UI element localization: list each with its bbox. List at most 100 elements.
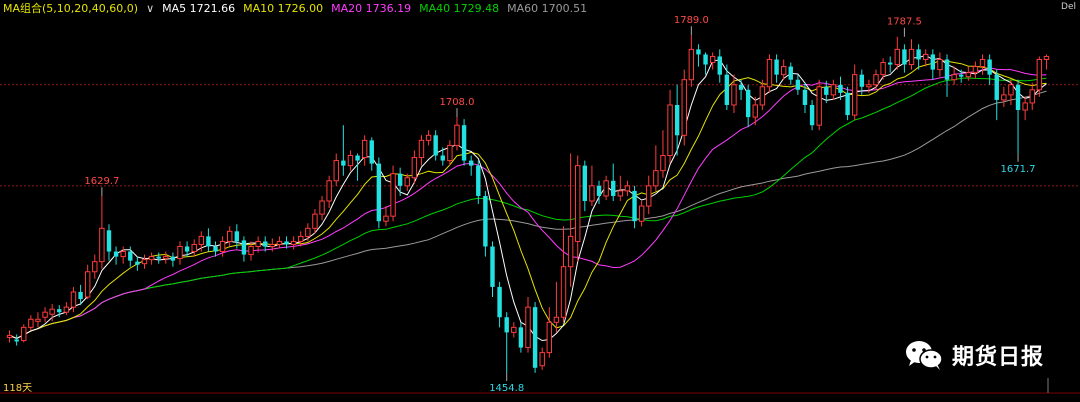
candle-body xyxy=(461,125,467,161)
candle-body xyxy=(128,251,133,261)
candle-body xyxy=(141,259,148,265)
candle-body xyxy=(184,246,190,252)
candle-body xyxy=(170,256,176,261)
annotation-label: 1789.0 xyxy=(674,15,709,26)
candle-body xyxy=(84,271,91,298)
ma10-label: MA10 1726.00 xyxy=(243,1,324,15)
candle-body xyxy=(425,134,432,141)
indicator-legend: MA组合(5,10,20,40,60,0) ∨ MA5 1721.66 MA10… xyxy=(3,0,587,16)
candle-body xyxy=(802,89,808,105)
candle-body xyxy=(35,318,41,322)
candle-body xyxy=(156,256,161,259)
candle-body xyxy=(916,49,921,60)
candle-body xyxy=(596,185,602,196)
candle-body xyxy=(135,261,140,265)
candle-body xyxy=(759,86,766,106)
candle-body xyxy=(717,56,722,75)
candle-body xyxy=(766,58,773,88)
candle-body xyxy=(219,240,226,253)
candle-body xyxy=(276,240,283,245)
candle-body xyxy=(70,291,77,308)
candle-body xyxy=(902,49,907,65)
candle-body xyxy=(106,230,112,252)
candle-body xyxy=(824,86,829,95)
candle-body xyxy=(312,213,318,229)
candle-body xyxy=(745,89,751,118)
candle-body xyxy=(575,165,581,242)
candle-body xyxy=(774,59,779,75)
candle-body xyxy=(206,236,211,247)
candle-body xyxy=(674,104,680,136)
candle-body xyxy=(383,215,389,222)
candle-body xyxy=(78,291,83,300)
candle-body xyxy=(397,173,403,186)
candle-body xyxy=(198,235,205,245)
candle-body xyxy=(752,104,758,118)
candle-body xyxy=(284,241,289,245)
ma10-line xyxy=(9,60,1047,340)
annotation-label: 1787.5 xyxy=(887,17,922,28)
candle-body xyxy=(731,84,737,106)
candle-body xyxy=(532,307,538,368)
candle-body xyxy=(589,185,595,202)
candle-body xyxy=(667,104,673,157)
candle-body xyxy=(703,54,708,65)
watermark: 期货日报 xyxy=(904,339,1044,371)
candle-body xyxy=(688,48,695,81)
candle-body xyxy=(880,62,886,76)
candle-body xyxy=(908,48,915,66)
candle-body xyxy=(213,246,218,252)
annotation-label: 1629.7 xyxy=(84,176,119,187)
ma40-label: MA40 1729.48 xyxy=(419,1,500,15)
ma5-label: MA5 1721.66 xyxy=(162,1,236,15)
candle-body xyxy=(553,316,560,323)
candle-body xyxy=(1022,102,1028,111)
candle-body xyxy=(376,163,382,222)
chevron-down-icon[interactable]: ∨ xyxy=(146,2,154,15)
candle-body xyxy=(390,173,396,217)
candle-body xyxy=(263,241,268,247)
candle-body xyxy=(341,160,346,166)
candle-body xyxy=(830,84,837,96)
candle-body xyxy=(987,59,992,75)
candle-body xyxy=(788,66,793,80)
candle-body xyxy=(355,155,360,161)
candle-body xyxy=(163,256,169,260)
candle-body xyxy=(347,155,354,167)
candle-body xyxy=(476,165,481,196)
candle-body xyxy=(113,251,119,257)
candle-body xyxy=(603,180,609,197)
indicator-name[interactable]: MA组合(5,10,20,40,60,0) xyxy=(3,0,138,16)
candle-body xyxy=(1043,55,1050,60)
candle-body xyxy=(959,74,964,77)
candle-body xyxy=(560,266,567,318)
candle-body xyxy=(780,66,787,76)
candle-body xyxy=(468,160,474,166)
wechat-icon xyxy=(905,341,943,370)
candle-body xyxy=(724,74,730,105)
candle-body xyxy=(248,245,254,256)
candle-body xyxy=(525,306,531,349)
candle-body xyxy=(845,92,850,116)
candle-body xyxy=(305,227,311,237)
candle-body xyxy=(404,177,410,187)
candle-body xyxy=(660,155,666,172)
candle-body xyxy=(177,245,183,260)
candle-body xyxy=(965,72,972,78)
candle-body xyxy=(298,235,304,242)
candle-body xyxy=(369,140,374,164)
candle-body xyxy=(490,246,495,287)
candle-body xyxy=(269,243,276,247)
bar-count-label: 118天 xyxy=(3,383,33,394)
candle-body xyxy=(433,135,438,156)
candle-body xyxy=(42,311,48,318)
candle-body xyxy=(191,243,197,253)
candle-body xyxy=(6,334,13,338)
candle-body xyxy=(539,352,545,367)
candle-body xyxy=(709,55,716,64)
candle-body xyxy=(28,318,34,328)
candle-body xyxy=(148,256,155,261)
candle-body xyxy=(923,53,929,60)
candle-body xyxy=(99,227,105,263)
candle-body xyxy=(866,84,872,88)
